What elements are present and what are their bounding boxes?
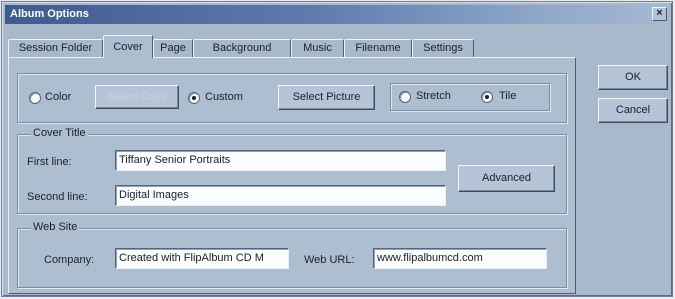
tile-radio[interactable] <box>481 91 493 103</box>
custom-radio-label: Custom <box>205 91 243 103</box>
ok-button[interactable]: OK <box>598 65 668 90</box>
advanced-button[interactable]: Advanced <box>458 165 555 192</box>
album-options-dialog: Album Options × Session Folder Cover Pag… <box>1 1 673 297</box>
custom-radio[interactable] <box>188 92 200 104</box>
color-radio-label: Color <box>45 91 72 103</box>
select-picture-button[interactable]: Select Picture <box>278 85 375 110</box>
color-radio[interactable] <box>29 92 41 104</box>
title-bar[interactable]: Album Options × <box>5 5 669 24</box>
stretch-radio-label: Stretch <box>416 90 451 102</box>
second-line-field[interactable]: Digital Images <box>115 185 446 206</box>
cancel-button[interactable]: Cancel <box>598 98 668 123</box>
tab-session-folder[interactable]: Session Folder <box>8 39 103 57</box>
company-label: Company: <box>44 254 95 266</box>
fit-mode-group <box>390 83 550 111</box>
custom-radio-dot <box>192 96 196 100</box>
cover-tab-panel: Color Select Color Custom Select Picture… <box>8 57 576 294</box>
tab-background[interactable]: Background <box>193 39 291 57</box>
tab-cover[interactable]: Cover <box>103 35 153 58</box>
tile-radio-dot <box>485 95 489 99</box>
second-line-label: Second line: <box>27 191 88 203</box>
company-field[interactable]: Created with FlipAlbum CD M <box>115 248 289 269</box>
first-line-field[interactable]: Tiffany Senior Portraits <box>115 150 446 171</box>
first-line-label: First line: <box>27 156 72 168</box>
select-color-button[interactable]: Select Color <box>95 85 179 109</box>
web-url-field[interactable]: www.flipalbumcd.com <box>373 248 547 269</box>
tab-page[interactable]: Page <box>153 39 193 57</box>
tab-music[interactable]: Music <box>291 39 344 57</box>
tab-settings[interactable]: Settings <box>412 39 474 57</box>
close-icon[interactable]: × <box>652 7 667 21</box>
tile-radio-label: Tile <box>499 90 517 102</box>
tab-filename[interactable]: Filename <box>344 39 412 57</box>
web-site-group-label: Web Site <box>31 221 80 233</box>
cover-title-group-label: Cover Title <box>31 127 88 139</box>
dialog-title: Album Options <box>10 8 89 20</box>
web-url-label: Web URL: <box>304 254 355 266</box>
stretch-radio[interactable] <box>399 91 411 103</box>
